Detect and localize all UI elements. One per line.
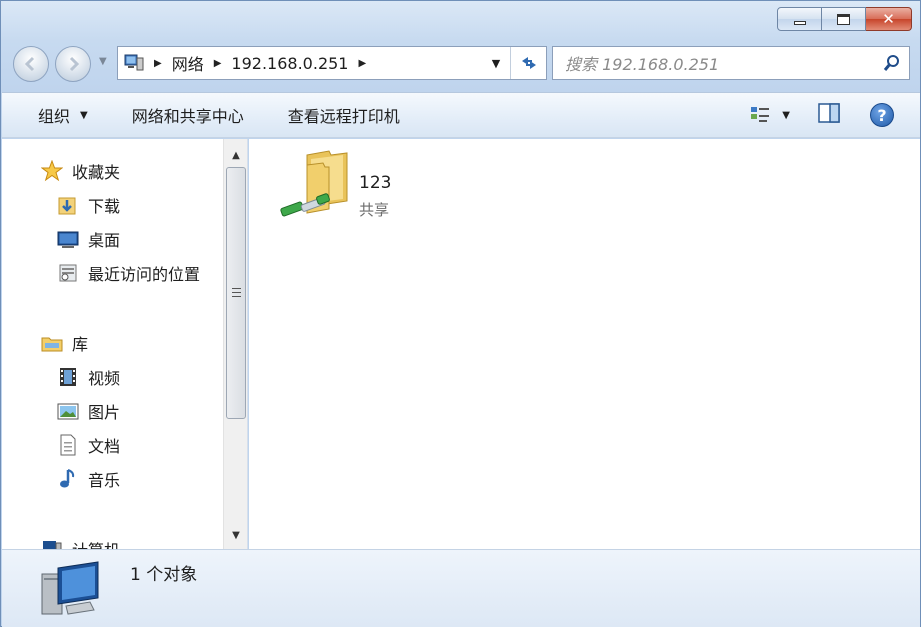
tree-item-label: 视频 xyxy=(88,369,121,388)
library-folder-icon xyxy=(40,331,64,355)
organize-menu[interactable]: 组织 ▼ xyxy=(2,103,110,127)
tree-item-label: 图片 xyxy=(88,403,121,422)
address-bar[interactable]: ▶ 网络 ▶ 192.168.0.251 ▶ ▼ xyxy=(117,46,547,80)
tree-item-recent-places[interactable]: 最近访问的位置 xyxy=(56,259,200,287)
details-pane: 1 个对象 xyxy=(2,549,920,627)
tree-item-label: 计算机 xyxy=(72,537,120,549)
chevron-down-icon: ▼ xyxy=(782,109,790,121)
command-bar-right: ▼ ? xyxy=(750,93,920,137)
close-icon: ✕ xyxy=(882,10,895,28)
preview-pane-icon xyxy=(818,103,840,123)
tree-item-label: 最近访问的位置 xyxy=(88,265,201,284)
tree-item-label: 文档 xyxy=(88,437,121,456)
tree-item-desktop[interactable]: 桌面 xyxy=(56,225,120,253)
refresh-button[interactable] xyxy=(510,47,546,79)
recent-pages-dropdown[interactable]: ▼ xyxy=(99,56,107,67)
help-button[interactable]: ? xyxy=(870,103,894,127)
computer-icon xyxy=(40,537,64,549)
breadcrumb-separator-icon[interactable]: ▶ xyxy=(354,58,370,69)
tree-item-music[interactable]: 音乐 xyxy=(56,465,120,493)
video-film-icon xyxy=(56,365,80,389)
minimize-icon xyxy=(793,21,806,25)
breadcrumb-network[interactable]: 网络 xyxy=(166,47,210,79)
back-arrow-icon xyxy=(24,56,35,72)
network-computer-icon xyxy=(41,561,99,615)
shared-folder-icon xyxy=(280,150,348,217)
maximize-icon xyxy=(837,13,850,25)
help-icon: ? xyxy=(877,105,887,125)
pictures-icon xyxy=(56,399,80,423)
breadcrumb-host[interactable]: 192.168.0.251 xyxy=(225,47,354,79)
shared-folder-item[interactable]: 123 共享 xyxy=(277,149,437,223)
downloads-folder-icon xyxy=(56,193,80,217)
view-options-icon xyxy=(751,107,770,122)
breadcrumb-separator-icon[interactable]: ▶ xyxy=(210,58,226,69)
scroll-down-arrow-icon[interactable]: ▼ xyxy=(224,523,247,547)
item-count: 1 个对象 xyxy=(130,565,198,585)
tree-item-pictures[interactable]: 图片 xyxy=(56,397,120,425)
tree-item-computer[interactable]: 计算机 xyxy=(40,535,120,549)
tree-item-label: 库 xyxy=(72,335,89,354)
forward-arrow-icon xyxy=(69,56,80,72)
document-icon xyxy=(56,433,80,457)
desktop-icon xyxy=(56,227,80,251)
change-view-button[interactable]: ▼ xyxy=(750,105,790,125)
folder-name: 123 xyxy=(359,173,392,193)
folder-type: 共享 xyxy=(359,201,390,219)
music-note-icon xyxy=(56,467,80,491)
network-sharing-center-label: 网络和共享中心 xyxy=(131,107,244,126)
organize-label: 组织 xyxy=(38,107,71,126)
navigation-bar: ▼ ▶ 网络 ▶ 192.168.0.251 ▶ ▼ 搜索 192.168.0.… xyxy=(11,44,911,84)
tree-item-libraries[interactable]: 库 xyxy=(40,329,88,357)
caption-buttons: ✕ xyxy=(777,7,912,31)
refresh-icon xyxy=(521,57,536,69)
view-remote-printers-label: 查看远程打印机 xyxy=(287,107,400,126)
explorer-window: ✕ ▼ ▶ 网络 ▶ 192.168.0.251 ▶ ▼ 搜索 192.168.… xyxy=(0,0,921,627)
network-location-icon xyxy=(118,47,150,79)
preview-pane-button[interactable] xyxy=(818,103,840,127)
tree-item-label: 下载 xyxy=(88,197,121,216)
address-history-dropdown[interactable]: ▼ xyxy=(484,47,508,79)
minimize-button[interactable] xyxy=(777,7,822,31)
close-button[interactable]: ✕ xyxy=(866,7,912,31)
tree-item-downloads[interactable]: 下载 xyxy=(56,191,120,219)
tree-item-documents[interactable]: 文档 xyxy=(56,431,120,459)
forward-button[interactable] xyxy=(55,46,91,82)
network-sharing-center-button[interactable]: 网络和共享中心 xyxy=(110,103,266,127)
tree-item-label: 收藏夹 xyxy=(72,163,121,182)
maximize-button[interactable] xyxy=(822,7,866,31)
breadcrumb-separator-icon[interactable]: ▶ xyxy=(150,58,166,69)
recent-places-icon xyxy=(56,261,80,285)
tree-item-videos[interactable]: 视频 xyxy=(56,363,120,391)
back-button[interactable] xyxy=(13,46,49,82)
file-list-view: 123 共享 xyxy=(249,139,920,549)
search-icon[interactable] xyxy=(883,54,901,72)
scroll-up-arrow-icon[interactable]: ▲ xyxy=(224,143,247,167)
navigation-pane: 收藏夹 下载 桌面 最近访问的位置 库 视频 图片 文档 音乐 ▲ ▼ xyxy=(2,139,248,549)
navigation-scrollbar[interactable]: ▲ ▼ xyxy=(223,139,247,549)
grip-icon xyxy=(232,288,241,297)
search-box[interactable]: 搜索 192.168.0.251 xyxy=(552,46,910,80)
tree-item-label: 桌面 xyxy=(88,231,121,250)
tree-item-favorites[interactable]: 收藏夹 xyxy=(40,157,120,185)
chevron-down-icon: ▼ xyxy=(80,109,88,121)
search-input[interactable]: 搜索 192.168.0.251 xyxy=(565,51,719,75)
tree-item-label: 音乐 xyxy=(88,471,121,490)
star-icon xyxy=(40,159,64,183)
command-bar: 组织 ▼ 网络和共享中心 查看远程打印机 ▼ ? xyxy=(2,92,920,138)
scrollbar-thumb[interactable] xyxy=(226,167,246,419)
view-remote-printers-button[interactable]: 查看远程打印机 xyxy=(266,103,422,127)
